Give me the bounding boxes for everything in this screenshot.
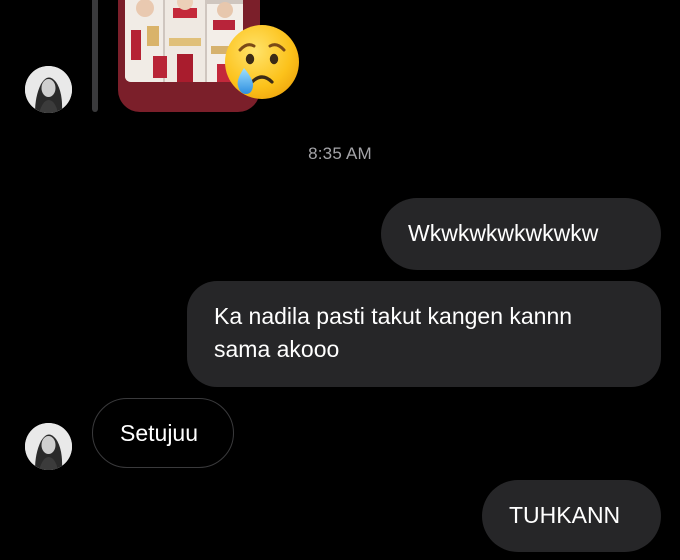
reply-indicator-bar bbox=[92, 0, 98, 112]
incoming-message-bubble[interactable]: Setujuu bbox=[92, 398, 234, 468]
message-text-line: sama akooo bbox=[214, 336, 340, 362]
outgoing-message-bubble[interactable]: TUHKANN bbox=[482, 480, 661, 552]
message-timestamp: 8:35 AM bbox=[308, 144, 372, 163]
crying-face-reaction-icon[interactable] bbox=[222, 22, 302, 102]
message-text: TUHKANN bbox=[509, 502, 621, 528]
contact-avatar[interactable] bbox=[25, 423, 72, 470]
chat-thread: 8:35 AM Wkwkwkwkwkwkw Ka nadila pasti ta… bbox=[0, 0, 680, 560]
contact-avatar[interactable] bbox=[25, 66, 72, 113]
message-text-line: Ka nadila pasti takut kangen kannn bbox=[214, 303, 573, 329]
outgoing-message-bubble[interactable]: Wkwkwkwkwkwkw bbox=[381, 198, 661, 270]
message-text: Setujuu bbox=[120, 420, 199, 446]
outgoing-message-bubble[interactable]: Ka nadila pasti takut kangen kannn sama … bbox=[187, 281, 661, 387]
message-text: Wkwkwkwkwkwkw bbox=[408, 220, 599, 246]
